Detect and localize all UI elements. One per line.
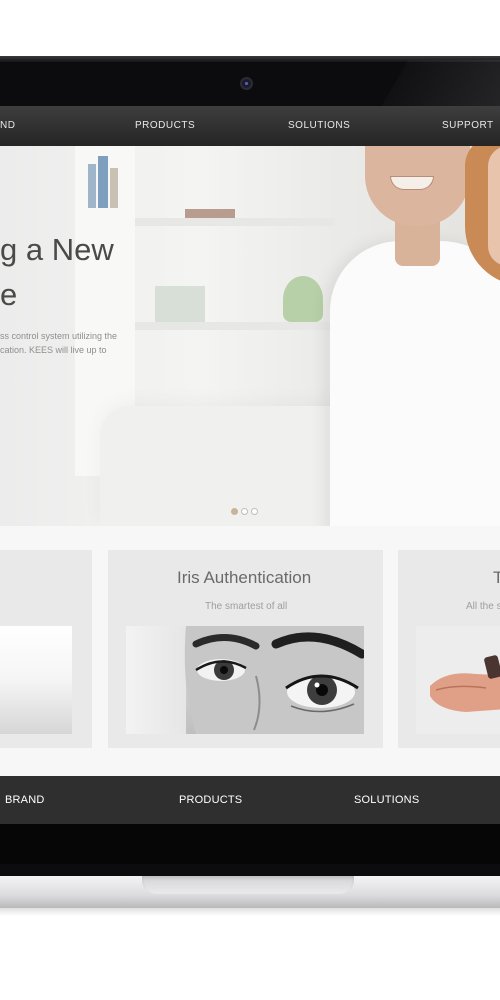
website-screen: ND PRODUCTS SOLUTIONS SUPPORT g a New e … xyxy=(0,106,500,864)
card-hand-image xyxy=(416,626,500,734)
background-object xyxy=(155,286,205,322)
iris-eye-image xyxy=(126,626,364,734)
nav-item-brand[interactable]: ND xyxy=(0,120,15,131)
bottom-nav-brand[interactable]: BRAND xyxy=(5,794,45,806)
hand-key-icon xyxy=(430,655,500,712)
hero-title-line2: e xyxy=(0,277,18,312)
background-book xyxy=(110,168,118,208)
laptop-shadow xyxy=(0,908,500,916)
background-plant xyxy=(283,276,323,322)
card-title: T xyxy=(493,568,500,587)
camera-icon xyxy=(240,77,253,90)
background-object xyxy=(185,209,235,218)
laptop-notch xyxy=(142,876,354,894)
slider-dot-icon[interactable] xyxy=(241,508,248,515)
card-title: Iris Authentication xyxy=(177,568,312,587)
slider-dot-icon[interactable] xyxy=(251,508,258,515)
hero-title-line1: g a New xyxy=(0,232,114,267)
background-book xyxy=(88,164,96,208)
hero-person-shirt xyxy=(330,241,500,526)
background-sofa xyxy=(100,406,360,526)
background-shelf-board xyxy=(135,218,335,226)
bottom-nav-products[interactable]: PRODUCTS xyxy=(179,794,242,806)
nav-item-support[interactable]: SUPPORT xyxy=(442,120,494,131)
feature-card[interactable]: T All the s xyxy=(398,550,500,748)
feature-card[interactable] xyxy=(0,550,92,748)
card-subtitle: All the s xyxy=(466,601,500,612)
slider-dots xyxy=(231,502,261,520)
top-navigation: ND PRODUCTS SOLUTIONS SUPPORT xyxy=(0,106,500,146)
hero-text-line2: cation. KEES will live up to xyxy=(0,345,107,355)
footer-strip xyxy=(0,824,500,864)
slider-dot-icon[interactable] xyxy=(231,508,238,515)
nav-item-solutions[interactable]: SOLUTIONS xyxy=(288,120,350,131)
hero-banner: g a New e ss control system utilizing th… xyxy=(0,146,500,526)
feature-cards: Iris Authentication The smartest of all xyxy=(0,526,500,776)
card-image xyxy=(0,626,72,734)
nav-item-products[interactable]: PRODUCTS xyxy=(135,120,195,131)
bottom-nav-solutions[interactable]: SOLUTIONS xyxy=(354,794,419,806)
eye-photo-icon xyxy=(184,626,364,734)
card-subtitle: The smartest of all xyxy=(205,601,288,612)
background-book xyxy=(98,156,108,208)
hero-text-line1: ss control system utilizing the xyxy=(0,331,118,341)
feature-card-iris[interactable]: Iris Authentication The smartest of all xyxy=(108,550,383,748)
background-shelf-board xyxy=(135,322,335,330)
bottom-navigation: BRAND PRODUCTS SOLUTIONS xyxy=(0,776,500,824)
hero-person2-face xyxy=(488,146,500,266)
